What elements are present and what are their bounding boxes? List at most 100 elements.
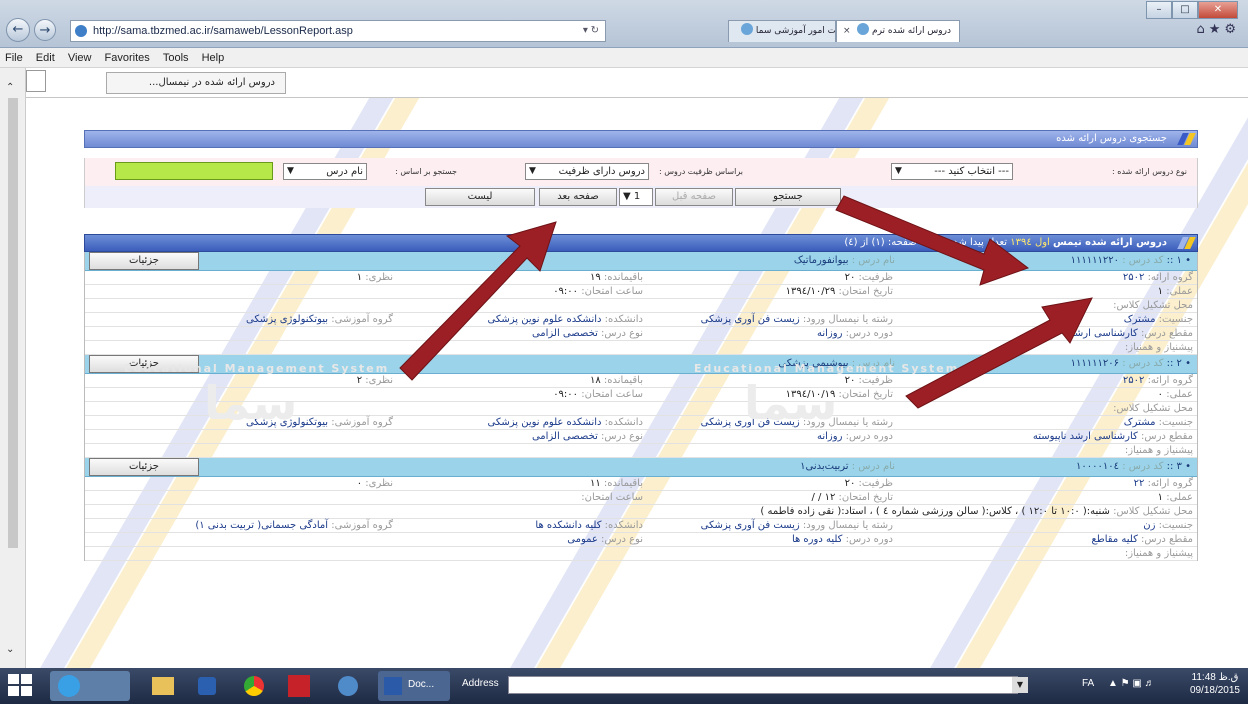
start-button[interactable] [8, 674, 34, 698]
menu-help[interactable]: Help [197, 48, 230, 68]
group-label: گروه ارائه: [1147, 478, 1193, 489]
home-favorites-tools-icons[interactable]: ⌂★⚙ [1196, 22, 1240, 37]
details-button[interactable]: جزئیات [89, 458, 199, 476]
dept-value: بیوتکنولوژی پزشکی [246, 314, 329, 325]
taskbar-clock[interactable]: 11:48 ق.ظ 09/18/2015 [1190, 671, 1240, 697]
tab-sama-system[interactable]: سیستم مدیریت امور آموزشی سما [728, 20, 836, 42]
close-tab-icon[interactable]: × [843, 21, 851, 41]
theory-label: نظری: [365, 478, 393, 489]
gender-cell: جنسیت: مشترک [1124, 313, 1193, 326]
theory-label: نظری: [365, 272, 393, 283]
course-row: پیشنیاز و همنیاز: [85, 341, 1197, 355]
search-text-input[interactable] [115, 162, 273, 180]
taskbar-address-input[interactable] [508, 676, 1018, 694]
scroll-up-icon[interactable]: ⌃ [6, 82, 14, 93]
tab-label: دروس ارائه شده ترم [872, 26, 951, 36]
maximize-icon[interactable]: □ [1172, 1, 1198, 19]
group-label: گروه ارائه: [1147, 375, 1193, 386]
refresh-icon[interactable]: ▾ ↻ [583, 21, 599, 41]
practical-cell: عملی: ۱ [1158, 491, 1193, 504]
menu-favorites[interactable]: Favorites [100, 48, 155, 68]
location-label: محل تشکیل کلاس: [1113, 506, 1193, 517]
frame-box[interactable] [26, 70, 46, 92]
course-type-label: نوع درس: [601, 534, 643, 545]
taskbar-word-button[interactable]: Doc... [378, 671, 450, 701]
prereq-label: پیشنیاز و همنیاز: [1124, 342, 1193, 353]
tray-icons[interactable]: ▲ ⚑ ▣ ♬ [1108, 678, 1155, 689]
frame-tab[interactable]: دروس ارائه شده در نیمسال... [106, 72, 286, 94]
search-button[interactable]: جستجو [735, 188, 841, 206]
offer-type-select[interactable]: --- انتخاب کنید --- ▼ [891, 163, 1013, 180]
theory-cell: نظری: ۰ [357, 477, 393, 490]
capacity-value: ۲۰ [844, 478, 856, 489]
chevron-down-icon[interactable]: ▼ [1012, 677, 1028, 693]
gender-label: جنسیت: [1158, 520, 1193, 531]
faculty-value: دانشکده علوم نوین پزشکی [487, 417, 602, 428]
taskbar-chrome-button[interactable] [238, 671, 272, 701]
close-window-icon[interactable]: ✕ [1198, 1, 1238, 19]
tab-lesson-report[interactable]: × دروس ارائه شده ترم [836, 20, 960, 42]
period-label: دوره درس: [845, 534, 893, 545]
exam-time-value: ۰۹:۰۰ [553, 389, 579, 400]
gender-value: زن [1143, 520, 1156, 531]
dept-label: گروه آموزشی: [331, 417, 393, 428]
windows-logo-icon [8, 674, 19, 684]
menu-edit[interactable]: Edit [31, 48, 60, 68]
faculty-label: دانشکده: [604, 520, 643, 531]
course-row: مقطع درس: کارشناسی ارشد دوره درس: روزانه… [85, 327, 1197, 341]
forward-icon[interactable]: → [34, 19, 56, 41]
taskbar-media-button[interactable] [190, 671, 224, 701]
gender-value: مشترک [1123, 417, 1156, 428]
address-url: http://sama.tbzmed.ac.ir/samaweb/LessonR… [93, 25, 353, 37]
capacity-select[interactable]: دروس دارای ظرفیت ▼ [525, 163, 649, 180]
minimize-icon[interactable]: – [1146, 1, 1172, 19]
dept-value: آمادگی جسمانی( تربیت بدنی ۱) [195, 520, 329, 531]
next-page-button[interactable]: صفحه بعد [539, 188, 617, 206]
left-scrollbar[interactable]: ⌃ ⌄ [0, 68, 26, 668]
faculty-label: دانشکده: [604, 417, 643, 428]
theory-cell: نظری: ۱ [357, 271, 393, 284]
details-button[interactable]: جزئیات [89, 252, 199, 270]
search-by-select[interactable]: نام درس ▼ [283, 163, 367, 180]
chevron-down-icon: ▼ [623, 191, 631, 202]
watermark-logo: سما [744, 376, 838, 430]
level-cell: مقطع درس: کارشناسی ارشد ناپیوسته [1033, 430, 1193, 443]
faculty-value: دانشکده علوم نوین پزشکی [487, 314, 602, 325]
exam-time-cell: ساعت امتحان: ۰۹:۰۰ [553, 388, 643, 401]
scroll-down-icon[interactable]: ⌄ [6, 644, 14, 655]
scroll-thumb[interactable] [8, 98, 18, 548]
page-value: 1 [633, 191, 641, 202]
menu-tools[interactable]: Tools [158, 48, 194, 68]
group-value: ۲۲ [1133, 478, 1145, 489]
course-type-value: تخصصی الزامی [531, 328, 598, 339]
remaining-label: باقیمانده: [603, 272, 643, 283]
location-cell: محل تشکیل کلاس: [1113, 402, 1193, 415]
taskbar-zynga-button[interactable] [282, 671, 316, 701]
list-button[interactable]: لیست [425, 188, 535, 206]
location-cell: محل تشکیل کلاس: شنبه:( ۱۰:۰ تا ۱۲:۰ ) ، … [760, 505, 1193, 518]
menu-view[interactable]: View [63, 48, 97, 68]
level-label: مقطع درس: [1141, 431, 1193, 442]
chevron-down-icon: ▼ [287, 166, 294, 176]
period-cell: دوره درس: روزانه [817, 327, 893, 340]
exam-date-label: تاریخ امتحان: [838, 389, 893, 400]
remaining-cell: باقیمانده: ۱۸ [590, 374, 643, 387]
windows-logo-icon [21, 686, 32, 696]
results-title: دروس ارائه شده نیمس [1053, 237, 1167, 248]
address-bar[interactable]: http://sama.tbzmed.ac.ir/samaweb/LessonR… [70, 20, 606, 42]
gender-value: مشترک [1123, 314, 1156, 325]
taskbar-app-button[interactable] [332, 671, 366, 701]
taskbar-ie-button[interactable] [50, 671, 130, 701]
back-icon[interactable]: ← [6, 18, 30, 42]
course-type-value: تخصصی الزامی [531, 431, 598, 442]
prev-page-button[interactable]: صفحه قبل [655, 188, 733, 206]
watermark-text: Educational Management System [694, 362, 960, 375]
taskbar-explorer-button[interactable] [146, 671, 180, 701]
page-select[interactable]: ▼ 1 [619, 188, 653, 206]
course-index: ۱ [1176, 255, 1182, 266]
group-cell: گروه ارائه: ۲۲ [1134, 477, 1193, 490]
level-value: کارشناسی ارشد ناپیوسته [1032, 431, 1138, 442]
menu-file[interactable]: File [0, 48, 28, 68]
language-indicator[interactable]: FA [1082, 678, 1094, 689]
chevron-down-icon: ▼ [529, 166, 536, 176]
